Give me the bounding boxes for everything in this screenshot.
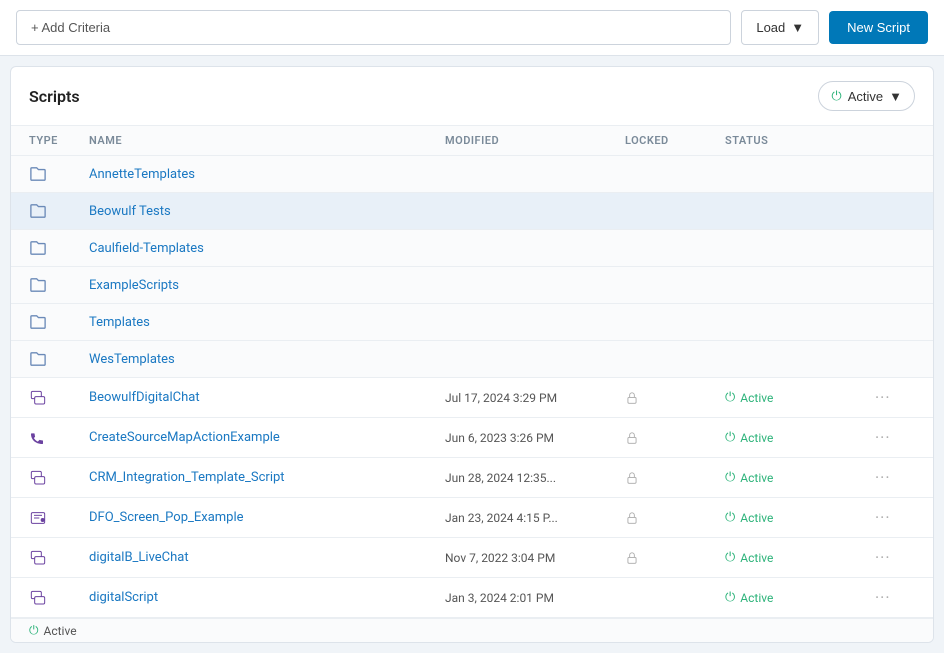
add-criteria-label: + Add Criteria — [31, 20, 110, 35]
row-name[interactable]: Beowulf Tests — [89, 204, 445, 219]
status-label: Active — [740, 551, 773, 565]
lock-icon — [625, 390, 725, 406]
row-actions-menu[interactable]: ··· — [875, 388, 915, 407]
table-row[interactable]: DFO_Screen_Pop_ExampleJan 23, 2024 4:15 … — [11, 498, 933, 538]
row-actions-menu[interactable]: ··· — [875, 468, 915, 487]
row-name[interactable]: CRM_Integration_Template_Script — [89, 470, 445, 485]
row-status: ⏻ Active — [725, 470, 875, 485]
table-header: TYPE NAME MODIFIED LOCKED STATUS — [11, 126, 933, 156]
row-name[interactable]: digitalB_LiveChat — [89, 550, 445, 565]
col-locked: LOCKED — [625, 134, 725, 147]
folder-icon — [29, 351, 89, 367]
row-name[interactable]: digitalScript — [89, 590, 445, 605]
row-modified: Jun 28, 2024 12:35... — [445, 471, 625, 485]
status-power-icon: ⏻ — [725, 430, 735, 445]
row-status: ⏻ Active — [725, 390, 875, 405]
status-power-icon: ⏻ — [725, 550, 735, 565]
row-name[interactable]: DFO_Screen_Pop_Example — [89, 510, 445, 525]
lock-icon — [625, 510, 725, 526]
status-label: Active — [740, 591, 773, 605]
col-actions — [875, 134, 915, 147]
add-criteria-button[interactable]: + Add Criteria — [16, 10, 731, 45]
load-button[interactable]: Load ▼ — [741, 10, 819, 45]
row-name[interactable]: ExampleScripts — [89, 278, 445, 293]
row-name[interactable]: WesTemplates — [89, 352, 445, 367]
bottom-status-bar: ⏻ Active — [11, 618, 933, 642]
row-modified: Jan 23, 2024 4:15 P... — [445, 511, 625, 525]
table-row[interactable]: CreateSourceMapActionExampleJun 6, 2023 … — [11, 418, 933, 458]
lock-icon — [625, 430, 725, 446]
row-name[interactable]: Templates — [89, 315, 445, 330]
status-power-icon: ⏻ — [725, 390, 735, 405]
load-label: Load — [756, 20, 785, 35]
col-modified: MODIFIED — [445, 134, 625, 147]
folder-icon — [29, 203, 89, 219]
col-name: NAME — [89, 134, 445, 147]
table-row[interactable]: AnnetteTemplates — [11, 156, 933, 193]
table-row[interactable]: BeowulfDigitalChatJul 17, 2024 3:29 PM ⏻ A… — [11, 378, 933, 418]
table-row[interactable]: Templates — [11, 304, 933, 341]
row-status: ⏻ Active — [725, 550, 875, 565]
status-label: Active — [740, 431, 773, 445]
status-filter-label: Active — [848, 89, 883, 104]
phone-icon — [29, 430, 89, 446]
row-actions-menu[interactable]: ··· — [875, 588, 915, 607]
status-label: Active — [740, 511, 773, 525]
row-name[interactable]: Caulfield-Templates — [89, 241, 445, 256]
bottom-power-icon: ⏻ — [29, 623, 39, 638]
folder-icon — [29, 166, 89, 182]
table-row[interactable]: Beowulf Tests — [11, 193, 933, 230]
folder-icon — [29, 277, 89, 293]
folder-icon — [29, 240, 89, 256]
row-modified: Jul 17, 2024 3:29 PM — [445, 391, 625, 405]
row-actions-menu[interactable]: ··· — [875, 508, 915, 527]
row-actions-menu[interactable]: ··· — [875, 428, 915, 447]
row-modified: Nov 7, 2022 3:04 PM — [445, 551, 625, 565]
table-row[interactable]: Caulfield-Templates — [11, 230, 933, 267]
row-status: ⏻ Active — [725, 430, 875, 445]
table-row[interactable]: digitalScriptJan 3, 2024 2:01 PM ⏻ Active ·… — [11, 578, 933, 618]
folder-icon — [29, 314, 89, 330]
row-actions-menu[interactable]: ··· — [875, 548, 915, 567]
new-script-button[interactable]: New Script — [829, 11, 928, 44]
status-label: Active — [740, 391, 773, 405]
chat-icon — [29, 590, 89, 606]
top-bar: + Add Criteria Load ▼ New Script — [0, 0, 944, 56]
scripts-panel: Scripts ⏻ Active ▼ TYPE NAME MODIFIED LO… — [10, 66, 934, 643]
table-row[interactable]: digitalB_LiveChatNov 7, 2022 3:04 PM ⏻ Act… — [11, 538, 933, 578]
table-row[interactable]: WesTemplates — [11, 341, 933, 378]
status-power-icon: ⏻ — [725, 590, 735, 605]
row-name[interactable]: BeowulfDigitalChat — [89, 390, 445, 405]
section-header: Scripts ⏻ Active ▼ — [11, 67, 933, 126]
bottom-status-label: Active — [44, 624, 77, 638]
row-modified: Jan 3, 2024 2:01 PM — [445, 591, 625, 605]
chevron-down-icon: ▼ — [889, 89, 902, 104]
lock-icon — [625, 550, 725, 566]
power-icon: ⏻ — [831, 88, 841, 104]
row-status: ⏻ Active — [725, 510, 875, 525]
chat-icon — [29, 390, 89, 406]
chevron-down-icon: ▼ — [791, 20, 804, 35]
table-body: AnnetteTemplates Beowulf Tests Caulfield… — [11, 156, 933, 618]
row-name[interactable]: AnnetteTemplates — [89, 167, 445, 182]
col-status: STATUS — [725, 134, 875, 147]
dfo-icon — [29, 510, 89, 526]
lock-icon — [625, 470, 725, 486]
status-label: Active — [740, 471, 773, 485]
table-row[interactable]: ExampleScripts — [11, 267, 933, 304]
row-modified: Jun 6, 2023 3:26 PM — [445, 431, 625, 445]
row-name[interactable]: CreateSourceMapActionExample — [89, 430, 445, 445]
row-status: ⏻ Active — [725, 590, 875, 605]
status-filter-button[interactable]: ⏻ Active ▼ — [818, 81, 915, 111]
section-title: Scripts — [29, 87, 80, 106]
status-power-icon: ⏻ — [725, 470, 735, 485]
chat-icon — [29, 470, 89, 486]
status-power-icon: ⏻ — [725, 510, 735, 525]
new-script-label: New Script — [847, 20, 910, 35]
col-type: TYPE — [29, 134, 89, 147]
table-row[interactable]: CRM_Integration_Template_ScriptJun 28, 2… — [11, 458, 933, 498]
chat-icon — [29, 550, 89, 566]
